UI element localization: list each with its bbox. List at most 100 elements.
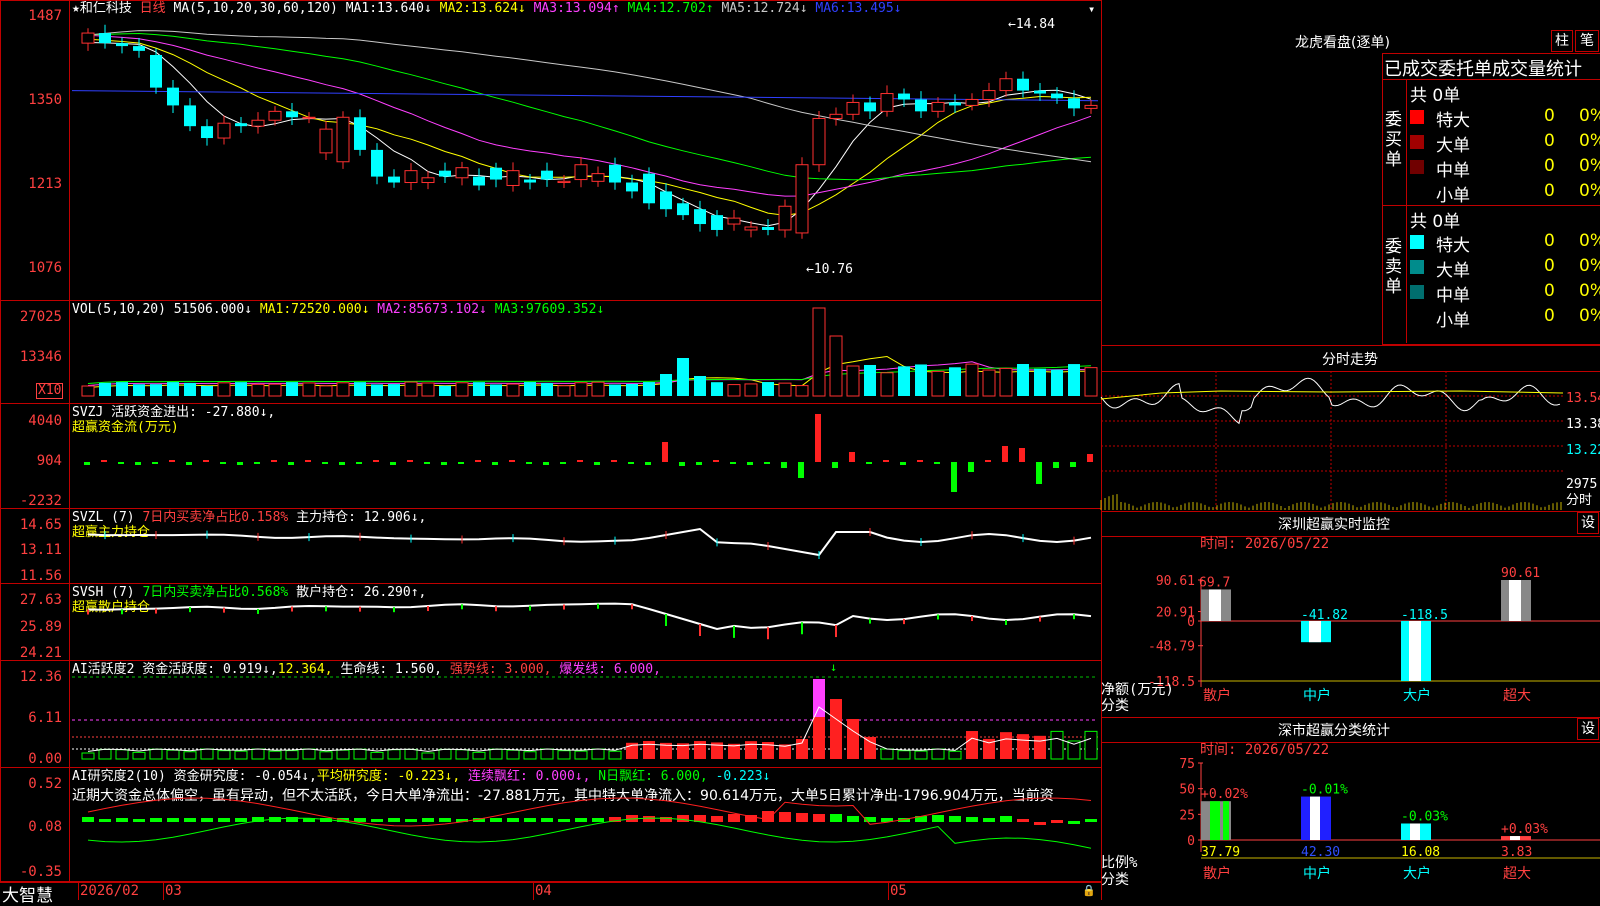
flow-bar: [849, 452, 855, 462]
active-bar: [166, 749, 180, 760]
candle-body: [336, 116, 350, 163]
lock-icon[interactable]: 🔒: [1082, 884, 1096, 897]
volume-bar: [541, 383, 553, 396]
candle-body: [812, 117, 826, 166]
volume-chart[interactable]: [0, 300, 1100, 400]
volume-bar: [81, 385, 95, 397]
research-bar: [507, 818, 519, 822]
svsh-chart[interactable]: [0, 583, 1100, 661]
class-bar-accent: [1223, 801, 1229, 840]
candle-body: [931, 101, 945, 112]
sz-class-chart[interactable]: 75 50 25 0 +0.02% 37.79 散户 -0.01% 42.30 中户 -0.03% 1…: [1101, 740, 1600, 900]
flow-bar: [84, 462, 90, 465]
flow-bar: [577, 460, 583, 462]
research-bar: [813, 814, 825, 822]
order-row: 特大 0 0%: [1410, 106, 1600, 131]
candle-body: [727, 217, 741, 225]
active-bar: [251, 748, 265, 760]
monitor-value-label: 69.7: [1199, 575, 1230, 590]
volume-bar: [319, 385, 333, 397]
candle-body: [609, 164, 621, 183]
candle-body: [251, 119, 265, 127]
research-bar: [558, 819, 570, 822]
order-pct: 0%: [1579, 306, 1600, 326]
active-bar: [880, 748, 894, 760]
svzl-chart[interactable]: [0, 508, 1100, 583]
class-change-label: +0.03%: [1501, 822, 1548, 837]
order-type: 中单: [1436, 286, 1470, 306]
order-type: 特大: [1436, 236, 1470, 256]
research-bar: [677, 815, 689, 822]
active-bar: [540, 748, 554, 760]
ma-line-1: [87, 42, 1092, 227]
active-bar: [285, 750, 299, 760]
research-bar: [82, 817, 94, 822]
volume-bar: [557, 385, 571, 397]
tick-mode-button[interactable]: 笔: [1575, 30, 1599, 52]
flow-bar: [900, 462, 906, 465]
order-type: 特大: [1436, 111, 1470, 131]
candle-body: [744, 226, 758, 231]
volume-bar: [778, 382, 792, 397]
candle-body: [506, 170, 520, 186]
active-bar: [1017, 734, 1029, 759]
ai-research-chart[interactable]: [0, 767, 1100, 881]
order-swatch-icon: [1410, 260, 1424, 274]
volume-bar: [762, 382, 774, 396]
monitor-bar-highlight: [1409, 621, 1421, 681]
intraday-title[interactable]: 分时走势: [1322, 349, 1378, 369]
candle-body: [574, 164, 588, 181]
intraday-chart[interactable]: [1100, 371, 1564, 511]
flow-bar: [696, 462, 702, 465]
candle-body: [949, 102, 961, 106]
candle-body: [829, 113, 843, 119]
flow-bar: [407, 460, 413, 462]
research-bar: [184, 818, 196, 822]
sz-monitor-chart[interactable]: 90.6120.910-48.79-118.569.7散户-41.82中户-11…: [1101, 535, 1600, 715]
candle-body: [557, 180, 571, 184]
research-bar: [167, 818, 179, 822]
research-bar: [1017, 819, 1029, 822]
order-swatch-icon: [1410, 160, 1424, 174]
active-bar: [319, 751, 333, 760]
volume-bar: [251, 383, 265, 397]
monitor-value-label: -41.82: [1301, 608, 1348, 623]
sz-monitor-settings-label: 设: [1581, 515, 1595, 531]
research-bar: [490, 818, 502, 822]
research-bar: [524, 818, 536, 822]
active-bar: [149, 748, 163, 760]
research-bar: [762, 811, 774, 822]
order-swatch-icon: [1410, 110, 1424, 124]
sz-monitor-settings-button[interactable]: 设: [1577, 512, 1599, 534]
ai-active-chart[interactable]: ↓: [0, 660, 1100, 767]
candle-body: [184, 105, 196, 127]
research-bar: [218, 818, 230, 822]
svzj-chart[interactable]: [0, 404, 1100, 508]
monitor-axis-label: 0: [1187, 615, 1195, 630]
sz-class-title: 深市超赢分类统计: [1278, 723, 1390, 739]
order-row: 特大 0 0%: [1410, 231, 1600, 256]
volume-bar: [455, 382, 469, 397]
sz-monitor-xlabel: 分类: [1101, 698, 1129, 714]
candle-body: [354, 117, 366, 150]
flow-bar: [475, 460, 481, 462]
dragon-tab-header[interactable]: 已成交委托单成交量统计: [1384, 55, 1582, 81]
candle-body: [116, 43, 128, 47]
flow-bar: [1053, 462, 1059, 468]
order-swatch-icon: [1410, 285, 1424, 299]
volume-bar: [116, 382, 128, 396]
volume-bar: [99, 382, 111, 396]
sz-class-settings-button[interactable]: 设: [1577, 718, 1599, 740]
sz-class-xlabel: 分类: [1101, 872, 1129, 888]
research-bar: [932, 815, 944, 822]
active-bar: [506, 749, 520, 760]
volume-bar: [677, 358, 689, 396]
candle-body: [795, 164, 809, 234]
order-pct: 0%: [1579, 106, 1600, 126]
date-3: 04: [535, 883, 552, 899]
volume-bar: [1068, 364, 1080, 396]
candle-body: [778, 205, 792, 231]
bar-mode-button[interactable]: 柱: [1551, 30, 1573, 52]
active-bar: [234, 750, 248, 760]
candlestick-chart[interactable]: [0, 0, 1100, 300]
